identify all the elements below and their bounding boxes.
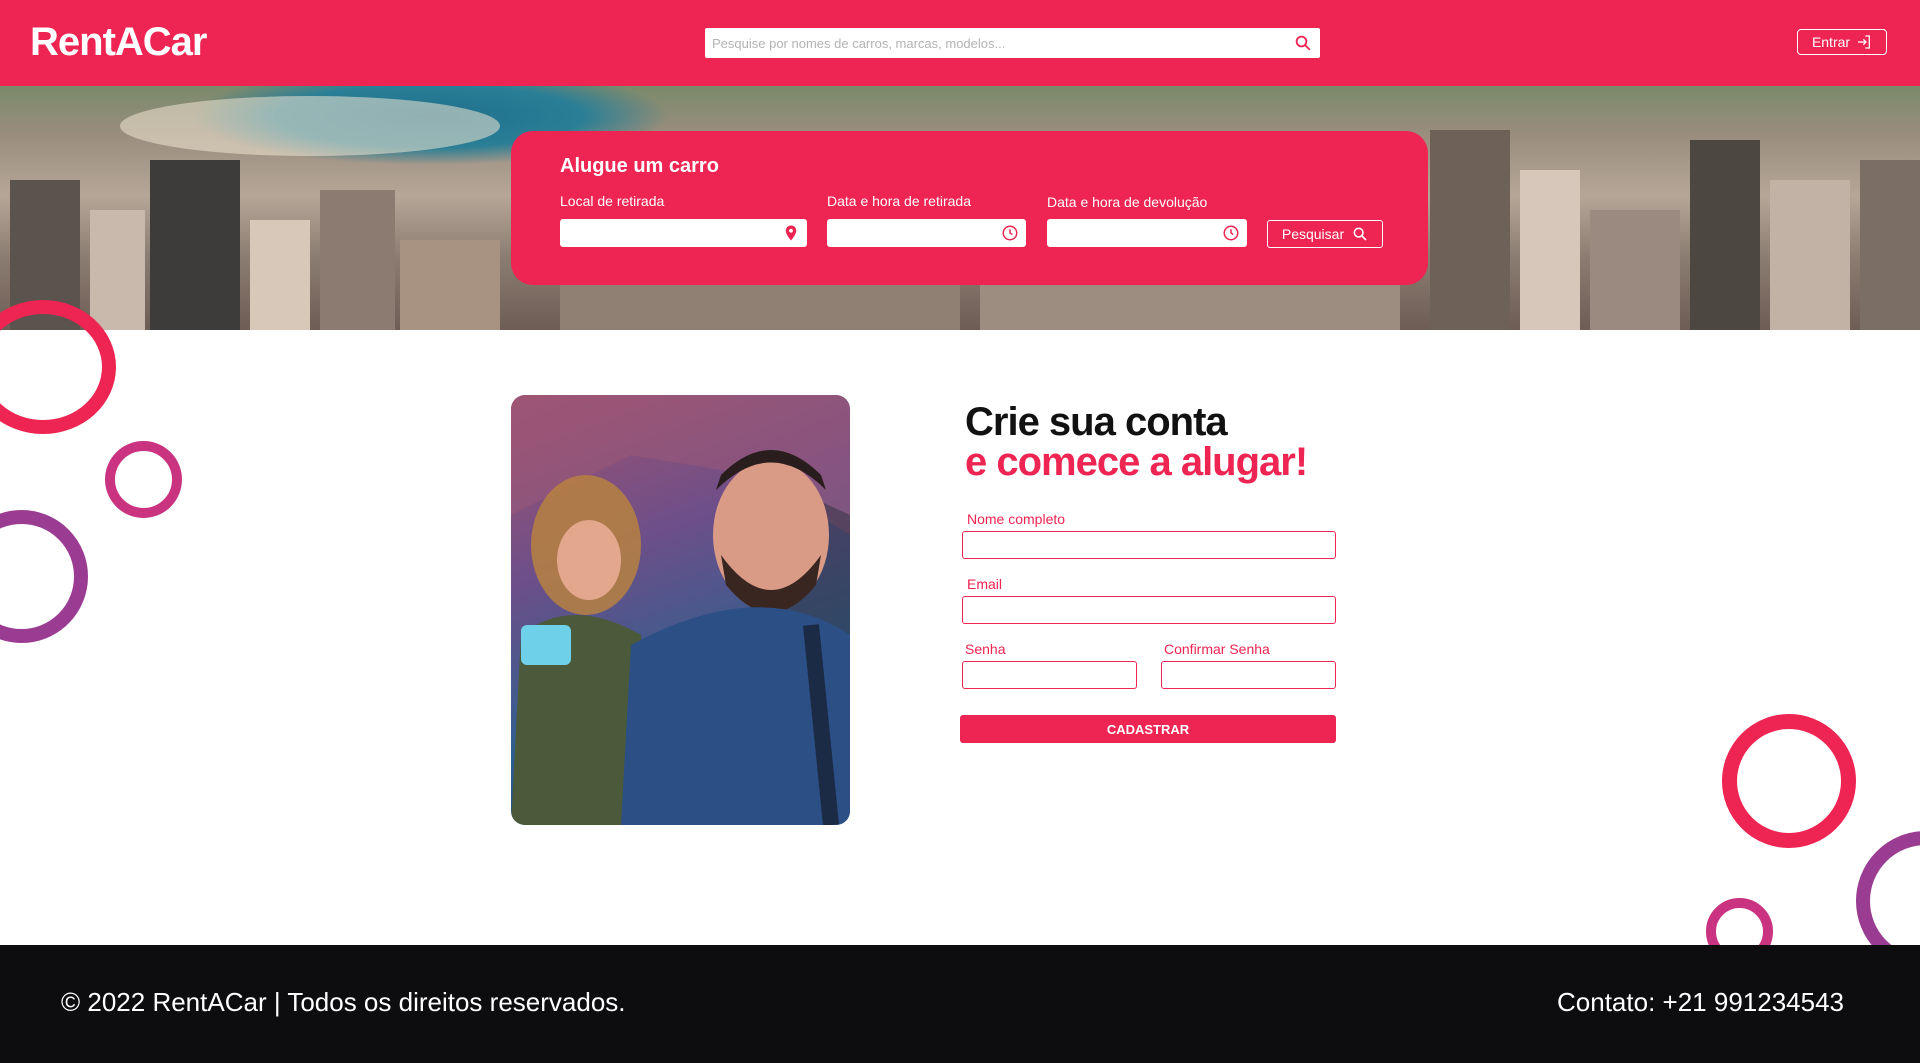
building: [1430, 130, 1510, 330]
password-label: Senha: [965, 641, 1006, 657]
rent-card-title: Alugue um carro: [560, 155, 719, 177]
confirm-password-input[interactable]: [1161, 661, 1336, 689]
rent-search-label: Pesquisar: [1281, 226, 1345, 242]
decorative-ring: [105, 441, 182, 518]
search-icon: [1353, 227, 1367, 241]
building: [150, 160, 240, 330]
building: [400, 240, 500, 330]
building: [980, 280, 1400, 330]
login-icon: [1858, 35, 1871, 49]
return-datetime-input[interactable]: [1047, 219, 1247, 247]
footer: © 2022 RentACar | Todos os direitos rese…: [0, 945, 1920, 1063]
decorative-ring: [1722, 714, 1856, 848]
confirm-password-label: Confirmar Senha: [1164, 641, 1270, 657]
signup-title-line2: e comece a alugar!: [965, 440, 1308, 484]
clock-icon: [1002, 225, 1018, 241]
name-input[interactable]: [962, 531, 1336, 559]
decorative-ring: [0, 510, 88, 643]
name-label: Nome completo: [967, 511, 1066, 527]
email-input[interactable]: [962, 596, 1336, 624]
rent-car-card: Alugue um carro Local de retirada Data e…: [511, 131, 1428, 285]
location-pin-icon: [785, 225, 797, 241]
building: [560, 285, 960, 330]
email-label: Email: [967, 576, 1003, 592]
building: [1690, 140, 1760, 330]
beach-area: [120, 96, 500, 156]
login-button[interactable]: Entrar: [1797, 29, 1887, 55]
pickup-location-label: Local de retirada: [560, 193, 665, 209]
login-label: Entrar: [1811, 34, 1851, 50]
footer-copyright: © 2022 RentACar | Todos os direitos rese…: [61, 987, 626, 1017]
footer-contact: Contato: +21 991234543: [1557, 987, 1844, 1017]
building: [1860, 160, 1920, 330]
return-datetime-label: Data e hora de devolução: [1047, 194, 1208, 210]
logo[interactable]: RentACar: [30, 20, 207, 65]
building: [1520, 170, 1580, 330]
building: [1770, 180, 1850, 330]
top-search-bar: [705, 28, 1320, 58]
signup-title-line1: Crie sua conta: [965, 400, 1228, 444]
pickup-datetime-label: Data e hora de retirada: [827, 193, 971, 209]
rent-search-button[interactable]: Pesquisar: [1267, 220, 1383, 248]
header: RentACar Entrar: [0, 0, 1920, 86]
register-button[interactable]: CADASTRAR: [960, 715, 1336, 743]
couple-in-car-photo: [511, 395, 850, 825]
pickup-datetime-input[interactable]: [827, 219, 1026, 247]
building: [1590, 210, 1680, 330]
search-input[interactable]: [705, 28, 1279, 58]
password-input[interactable]: [962, 661, 1137, 689]
search-icon[interactable]: [1294, 34, 1312, 52]
photo-illustration: [511, 395, 850, 825]
clock-icon: [1223, 225, 1239, 241]
building: [90, 210, 145, 330]
building: [250, 220, 310, 330]
building: [320, 190, 395, 330]
pickup-location-input[interactable]: [560, 219, 807, 247]
